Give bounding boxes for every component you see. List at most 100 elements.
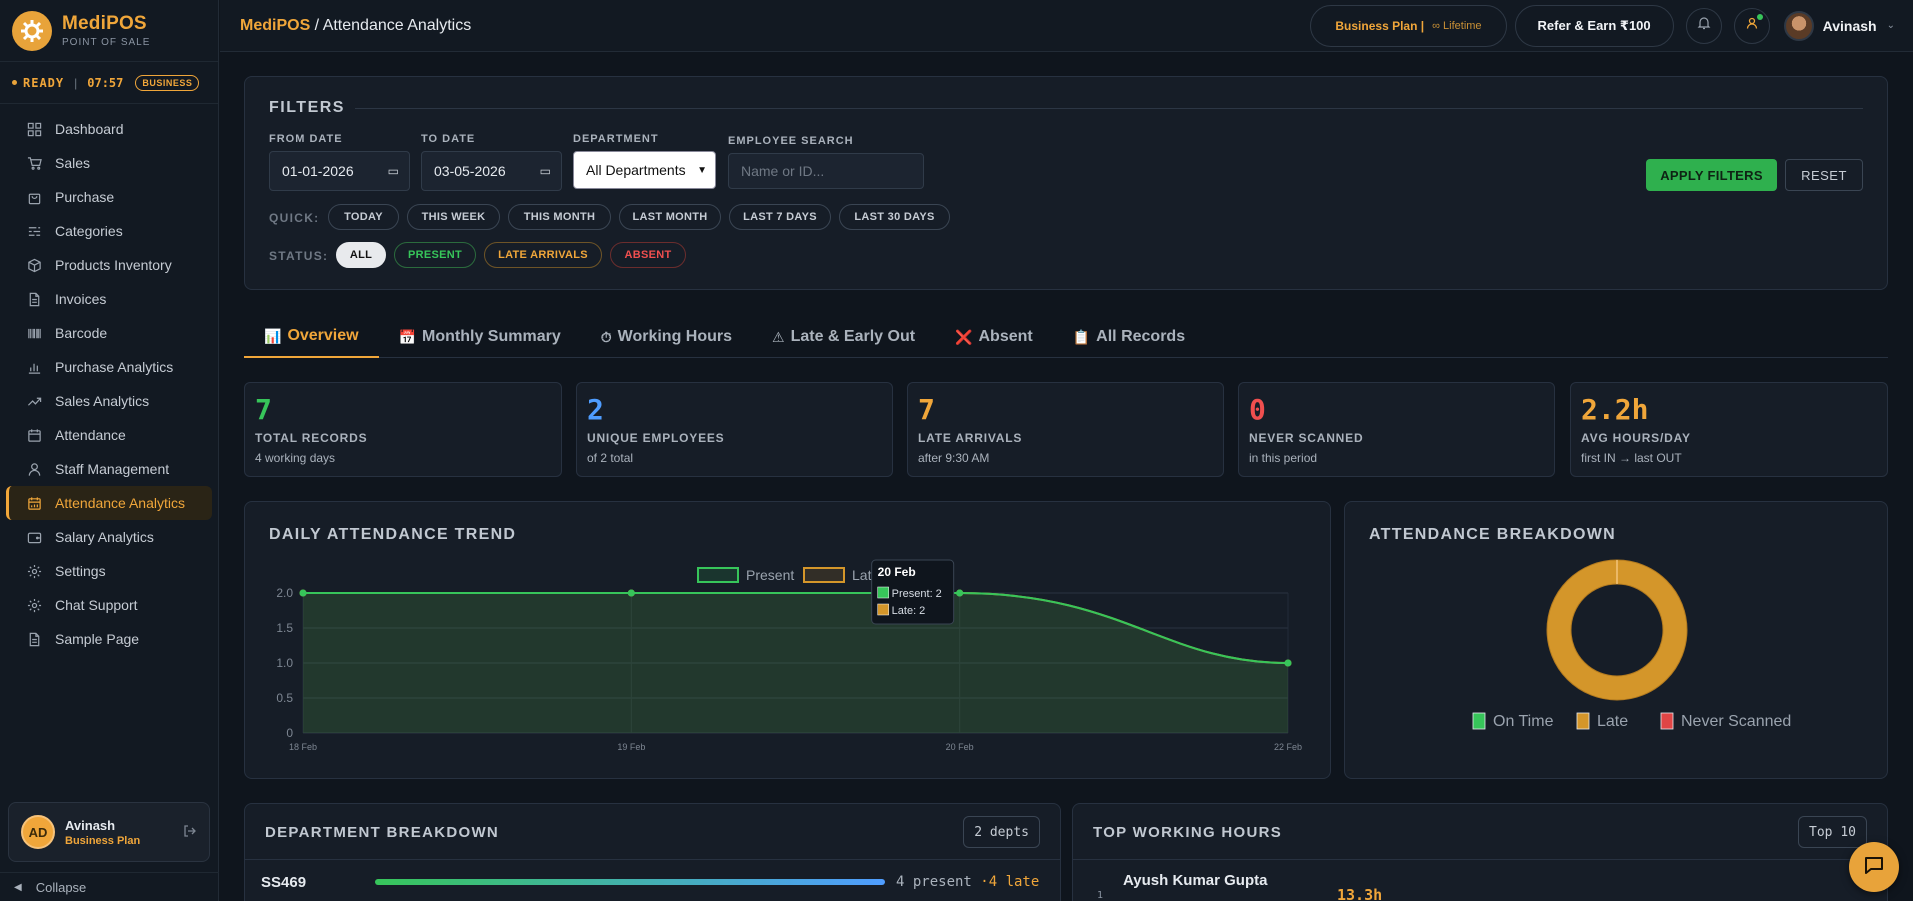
chart-icon: 📊 — [264, 327, 282, 344]
tab-absent[interactable]: ❌ Absent — [935, 316, 1053, 358]
reset-button[interactable]: RESET — [1785, 159, 1863, 191]
sidebar-item-sales-analytics[interactable]: Sales Analytics — [6, 384, 212, 418]
stat-value: 2 — [587, 393, 604, 426]
employee-search-placeholder: Name or ID... — [741, 163, 825, 179]
top-working-hours-panel: TOP WORKING HOURS Top 10 1 Ayush Kumar G… — [1072, 803, 1888, 901]
trend-chart[interactable]: 0 0.5 1.0 1.5 2.0 18 Feb 19 Feb 20 Feb 22 Feb Pre… — [245, 502, 1332, 780]
data-point-present — [299, 589, 307, 597]
status-absent[interactable]: ABSENT — [610, 242, 686, 268]
employee-search-label: EMPLOYEE SEARCH — [728, 135, 854, 147]
daily-trend-panel: DAILY ATTENDANCE TREND 0 0.5 1.0 1.5 2.0 18 F… — [244, 501, 1331, 779]
sidebar-item-attendance-analytics[interactable]: Attendance Analytics — [6, 486, 212, 520]
user-card[interactable]: AD Avinash Business Plan — [8, 802, 210, 862]
topbar: MediPOS / Attendance Analytics Business … — [220, 0, 1913, 52]
profile-menu[interactable]: Avinash ⌄ — [1783, 10, 1895, 41]
status-present[interactable]: PRESENT — [394, 242, 476, 268]
employee-search-input[interactable]: Name or ID... — [728, 153, 924, 189]
sidebar-item-staff-management[interactable]: Staff Management — [6, 452, 212, 486]
logout-icon[interactable] — [183, 824, 197, 841]
sidebar-item-invoices[interactable]: Invoices — [6, 282, 212, 316]
status-late-arrivals[interactable]: LATE ARRIVALS — [484, 242, 602, 268]
avatar: AD — [21, 815, 55, 849]
quick-this-week[interactable]: THIS WEEK — [407, 204, 500, 230]
tab-monthly-summary[interactable]: 📅 Monthly Summary — [379, 316, 581, 358]
breadcrumb-page: / Attendance Analytics — [310, 16, 472, 34]
x-tick-label: 22 Feb — [1274, 742, 1302, 752]
to-date-input[interactable]: 03-05-2026 ▭ — [421, 151, 562, 191]
status-all[interactable]: ALL — [336, 242, 386, 268]
sidebar-item-purchase[interactable]: Purchase — [6, 180, 212, 214]
stat-label: TOTAL RECORDS — [255, 431, 368, 445]
plan-label: Business Plan | — [1335, 18, 1425, 33]
from-date-value: 01-01-2026 — [282, 163, 354, 179]
chevron-down-icon: ⌄ — [1886, 20, 1895, 31]
refer-earn-button[interactable]: Refer & Earn ₹100 — [1514, 4, 1674, 47]
stat-label: UNIQUE EMPLOYEES — [587, 431, 725, 445]
barcode-icon — [26, 325, 42, 341]
breadcrumb-root[interactable]: MediPOS — [240, 17, 310, 34]
chat-icon — [1863, 854, 1885, 881]
sidebar-item-purchase-analytics[interactable]: Purchase Analytics — [6, 350, 212, 384]
quick-label: QUICK: — [269, 211, 320, 225]
to-date-label: TO DATE — [421, 133, 476, 145]
department-count-badge: 2 depts — [963, 816, 1040, 848]
plan-pill[interactable]: Business Plan | ∞ Lifetime — [1310, 4, 1507, 47]
profile-avatar — [1783, 10, 1814, 41]
sidebar-item-sample-page[interactable]: Sample Page — [6, 622, 212, 656]
sidebar-item-categories[interactable]: Categories — [6, 214, 212, 248]
collapse-button[interactable]: ◀ Collapse — [0, 872, 219, 901]
sidebar-item-label: Invoices — [55, 291, 107, 307]
quick-last-7-days[interactable]: LAST 7 DAYS — [729, 204, 831, 230]
chat-button[interactable] — [1849, 842, 1899, 892]
stat-sub: after 9:30 AM — [918, 451, 990, 465]
chevron-down-icon: ▼ — [697, 164, 707, 176]
breakdown-chart[interactable]: On Time Late Never Scanned — [1345, 502, 1889, 780]
tab-label: Late & Early Out — [790, 328, 916, 345]
apply-filters-button[interactable]: APPLY FILTERS — [1646, 159, 1777, 191]
stat-avg-hours: 2.2h AVG HOURS/DAY first IN → last OUT — [1570, 382, 1888, 477]
tab-late-early-out[interactable]: ⚠ Late & Early Out — [752, 316, 935, 358]
sidebar-item-salary-analytics[interactable]: Salary Analytics — [6, 520, 212, 554]
quick-this-month[interactable]: THIS MONTH — [508, 204, 611, 230]
gear-icon — [26, 597, 42, 613]
sidebar-item-sales[interactable]: Sales — [6, 146, 212, 180]
tab-working-hours[interactable]: ⏱ Working Hours — [581, 316, 752, 358]
sidebar-item-dashboard[interactable]: Dashboard — [6, 112, 212, 146]
sidebar-item-label: Settings — [55, 563, 106, 579]
grid-icon — [26, 121, 42, 137]
sidebar-item-barcode[interactable]: Barcode — [6, 316, 212, 350]
sidebar-item-attendance[interactable]: Attendance — [6, 418, 212, 452]
sidebar-item-settings[interactable]: Settings — [6, 554, 212, 588]
from-date-input[interactable]: 01-01-2026 ▭ — [269, 151, 410, 191]
sidebar-item-label: Categories — [55, 223, 123, 239]
quick-last-30-days[interactable]: LAST 30 DAYS — [839, 204, 950, 230]
quick-today[interactable]: TODAY — [328, 204, 399, 230]
cross-icon: ❌ — [955, 328, 973, 345]
stat-value: 7 — [255, 393, 272, 426]
employee-name: Ayush Kumar Gupta — [1123, 872, 1268, 889]
sidebar-item-products-inventory[interactable]: Products Inventory — [6, 248, 212, 282]
tooltip-title: 20 Feb — [878, 565, 916, 579]
to-date-value: 03-05-2026 — [434, 163, 506, 179]
stat-label: LATE ARRIVALS — [918, 431, 1023, 445]
data-point-present — [1284, 659, 1292, 667]
stat-sub: in this period — [1249, 451, 1318, 465]
sidebar-item-label: Purchase Analytics — [55, 359, 174, 375]
presence-button[interactable] — [1733, 7, 1770, 44]
sidebar-item-label: Attendance Analytics — [55, 495, 185, 511]
tab-overview[interactable]: 📊 Overview — [244, 316, 379, 358]
online-dot — [1756, 13, 1763, 20]
sidebar-item-chat-support[interactable]: Chat Support — [6, 588, 212, 622]
notification-button[interactable] — [1685, 7, 1722, 44]
attendance-breakdown-panel: ATTENDANCE BREAKDOWN On Time Late Never Sc… — [1344, 501, 1888, 779]
department-select[interactable]: All Departments ▼ — [573, 151, 716, 189]
calendar-icon: ▭ — [387, 164, 399, 178]
quick-last-month[interactable]: LAST MONTH — [619, 204, 721, 230]
legend-swatch — [803, 567, 845, 583]
tab-all-records[interactable]: 📋 All Records — [1053, 316, 1205, 358]
x-tick-label: 20 Feb — [946, 742, 974, 752]
stat-late-arrivals: 7 LATE ARRIVALS after 9:30 AM — [907, 382, 1224, 477]
user-icon — [26, 461, 42, 477]
stat-sub: first IN → last OUT — [1581, 451, 1682, 465]
tooltip-late: Late: 2 — [892, 605, 926, 617]
